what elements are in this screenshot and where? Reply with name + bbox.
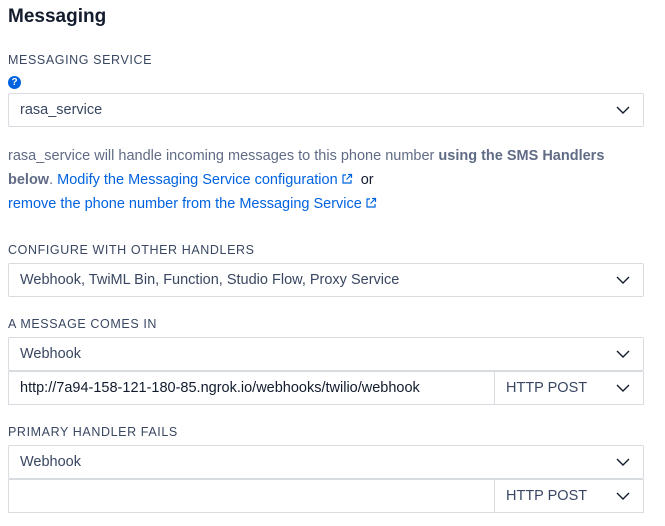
primary-handler-fails-handler-value: Webhook [20,454,81,470]
messaging-service-value: rasa_service [20,102,103,118]
chevron-down-icon [616,350,630,358]
description-period: . [49,172,58,188]
message-comes-in-label: A MESSAGE COMES IN [8,317,158,331]
message-comes-in-method-value: HTTP POST [506,380,588,396]
modify-messaging-service-link[interactable]: Modify the Messaging Service configurati… [57,172,352,188]
configure-handlers-value: Webhook, TwiML Bin, Function, Studio Flo… [20,272,400,288]
chevron-down-icon [616,106,630,114]
message-comes-in-url-value: http://7a94-158-121-180-85.ngrok.io/webh… [20,380,420,396]
message-comes-in-handler-value: Webhook [20,346,81,362]
primary-handler-fails-url-input[interactable] [8,479,495,513]
configure-handlers-label: CONFIGURE WITH OTHER HANDLERS [8,243,255,257]
messaging-service-label: MESSAGING SERVICE [8,53,153,67]
messaging-service-select[interactable]: rasa_service [8,93,644,127]
message-comes-in-url-input[interactable]: http://7a94-158-121-180-85.ngrok.io/webh… [8,371,495,405]
remove-link-label: remove the phone number from the Messagi… [8,196,362,212]
messaging-service-description: rasa_service will handle incoming messag… [8,144,648,216]
chevron-down-icon [616,276,630,284]
primary-handler-fails-method-select[interactable]: HTTP POST [494,479,644,513]
external-link-icon [366,197,376,208]
configure-handlers-select[interactable]: Webhook, TwiML Bin, Function, Studio Flo… [8,263,644,297]
external-link-icon [342,173,352,184]
remove-phone-number-link[interactable]: remove the phone number from the Messagi… [8,196,377,212]
message-comes-in-method-select[interactable]: HTTP POST [494,371,644,405]
primary-handler-fails-handler-select[interactable]: Webhook [8,445,644,479]
chevron-down-icon [616,458,630,466]
primary-handler-fails-method-value: HTTP POST [506,488,588,504]
chevron-down-icon [616,384,630,392]
page-title: Messaging [8,6,107,27]
chevron-down-icon [616,492,630,500]
primary-handler-fails-label: PRIMARY HANDLER FAILS [8,425,178,439]
description-text: rasa_service will handle incoming messag… [8,148,439,164]
or-text: or [360,172,374,188]
question-circle-icon[interactable]: ? [8,76,21,89]
modify-link-label: Modify the Messaging Service configurati… [57,172,338,188]
message-comes-in-handler-select[interactable]: Webhook [8,337,644,371]
